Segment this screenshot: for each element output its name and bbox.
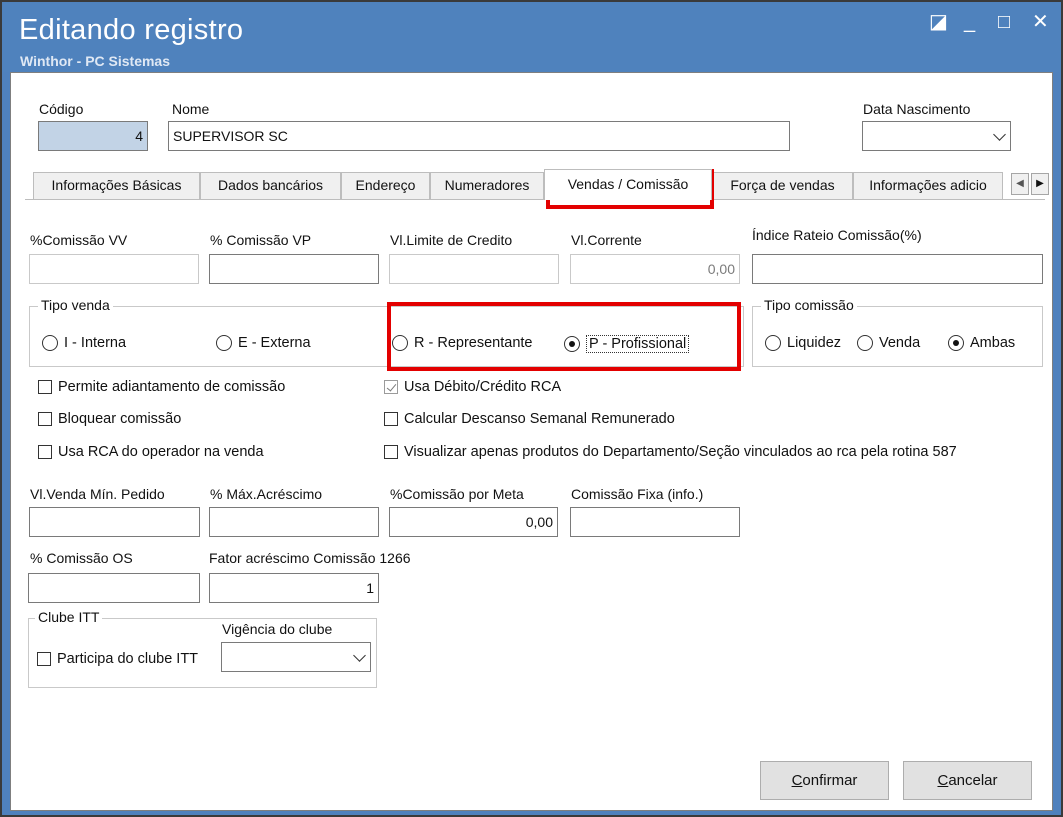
limite-credito-field[interactable] xyxy=(389,254,559,284)
cancelar-label: ancelar xyxy=(948,772,998,789)
cancelar-accel: C xyxy=(937,772,949,789)
comissao-fixa-field[interactable] xyxy=(570,507,740,537)
checkbox-box xyxy=(38,412,52,426)
checkbox-box xyxy=(38,445,52,459)
comissao-os-field[interactable] xyxy=(28,573,200,603)
checkbox-box xyxy=(38,380,52,394)
comissao-vv-label: %Comissão VV xyxy=(30,232,128,248)
confirmar-button[interactable]: Confirmar xyxy=(760,761,889,800)
tab-dados-bancarios[interactable]: Dados bancários xyxy=(200,172,341,199)
checkbox-visualizar-produtos-label: Visualizar apenas produtos do Departamen… xyxy=(404,444,957,460)
checkbox-participa-clube-label: Participa do clube ITT xyxy=(57,651,199,667)
highlight-tipo-venda-box xyxy=(387,302,741,371)
confirmar-label: onfirmar xyxy=(802,772,858,789)
max-acrescimo-label: % Máx.Acréscimo xyxy=(210,486,323,502)
checkbox-box xyxy=(384,412,398,426)
radio-liquidez[interactable]: Liquidez xyxy=(765,335,841,351)
tab-informacoes-basicas[interactable]: Informações Básicas xyxy=(33,172,200,199)
checkbox-box xyxy=(37,652,51,666)
tab-endereco[interactable]: Endereço xyxy=(341,172,430,199)
radio-liquidez-label: Liquidez xyxy=(787,335,842,351)
tipo-comissao-title: Tipo comissão xyxy=(761,297,857,313)
venda-min-field[interactable] xyxy=(29,507,200,537)
tab-informacoes-adicionais[interactable]: Informações adicio xyxy=(853,172,1003,199)
tab-scroll-left-icon[interactable]: ◀ xyxy=(1011,173,1029,195)
close-button[interactable]: ✕ xyxy=(1032,12,1049,32)
comissao-vp-field[interactable] xyxy=(209,254,379,284)
checkbox-bloquear-comissao-label: Bloquear comissão xyxy=(58,411,182,427)
checkbox-usa-debito-credito[interactable]: Usa Débito/Crédito RCA xyxy=(384,379,561,395)
checkbox-visualizar-produtos[interactable]: Visualizar apenas produtos do Departamen… xyxy=(384,444,957,460)
window-title: Editando registro xyxy=(19,14,244,46)
tab-scroll-right-icon[interactable]: ▶ xyxy=(1031,173,1049,195)
window-subtitle: Winthor - PC Sistemas xyxy=(20,53,171,69)
codigo-field[interactable]: 4 xyxy=(38,121,148,151)
form-area: Código 4 Nome SUPERVISOR SC Data Nascime… xyxy=(10,72,1053,811)
checkbox-usa-rca-operador[interactable]: Usa RCA do operador na venda xyxy=(38,444,264,460)
checkbox-permite-adiantamento-label: Permite adiantamento de comissão xyxy=(58,379,286,395)
restore-icon[interactable]: ◪ xyxy=(929,12,948,32)
checkbox-usa-debito-credito-label: Usa Débito/Crédito RCA xyxy=(404,379,562,395)
corrente-field[interactable]: 0,00 xyxy=(570,254,740,284)
radio-interna[interactable]: I - Interna xyxy=(42,335,126,351)
radio-circle-icon xyxy=(765,335,781,351)
radio-selected-icon xyxy=(948,335,964,351)
corrente-label: Vl.Corrente xyxy=(571,232,642,248)
checkbox-permite-adiantamento[interactable]: Permite adiantamento de comissão xyxy=(38,379,285,395)
data-nascimento-label: Data Nascimento xyxy=(863,101,971,117)
maximize-button[interactable]: □ xyxy=(998,12,1010,32)
radio-ambas-label: Ambas xyxy=(970,335,1016,351)
minimize-button[interactable]: _ xyxy=(964,12,975,32)
checkbox-calcular-dsr[interactable]: Calcular Descanso Semanal Remunerado xyxy=(384,411,675,427)
radio-ambas[interactable]: Ambas xyxy=(948,335,1015,351)
comissao-meta-label: %Comissão por Meta xyxy=(390,486,524,502)
chevron-down-icon[interactable] xyxy=(353,649,366,662)
radio-externa[interactable]: E - Externa xyxy=(216,335,311,351)
comissao-os-label: % Comissão OS xyxy=(30,550,133,566)
limite-credito-label: Vl.Limite de Credito xyxy=(390,232,513,248)
tab-vendas-comissao[interactable]: Vendas / Comissão xyxy=(544,169,712,200)
max-acrescimo-field[interactable] xyxy=(209,507,379,537)
radio-externa-label: E - Externa xyxy=(238,335,311,351)
tab-numeradores[interactable]: Numeradores xyxy=(430,172,544,199)
checkbox-participa-clube[interactable]: Participa do clube ITT xyxy=(37,651,198,667)
comissao-vp-label: % Comissão VP xyxy=(210,232,312,248)
codigo-label: Código xyxy=(39,101,84,117)
title-bar[interactable]: Editando registro Winthor - PC Sistemas … xyxy=(2,2,1061,72)
checkbox-bloquear-comissao[interactable]: Bloquear comissão xyxy=(38,411,181,427)
checkbox-usa-rca-operador-label: Usa RCA do operador na venda xyxy=(58,444,264,460)
comissao-vv-field[interactable] xyxy=(29,254,199,284)
chevron-down-icon[interactable] xyxy=(993,128,1006,141)
radio-venda[interactable]: Venda xyxy=(857,335,920,351)
tipo-venda-title: Tipo venda xyxy=(38,297,113,313)
fator-acrescimo-field[interactable]: 1 xyxy=(209,573,379,603)
radio-interna-label: I - Interna xyxy=(64,335,127,351)
tab-strip: Informações Básicas Dados bancários Ende… xyxy=(11,169,1054,200)
data-nascimento-picker[interactable] xyxy=(862,121,1011,151)
vigencia-clube-label: Vigência do clube xyxy=(222,621,333,637)
indice-rateio-field[interactable] xyxy=(752,254,1043,284)
checkmark-icon xyxy=(384,380,398,394)
checkbox-calcular-dsr-label: Calcular Descanso Semanal Remunerado xyxy=(404,411,675,427)
indice-rateio-label: Índice Rateio Comissão(%) xyxy=(752,227,922,243)
radio-circle-icon xyxy=(216,335,232,351)
confirmar-accel: C xyxy=(791,772,803,789)
radio-circle-icon xyxy=(857,335,873,351)
venda-min-label: Vl.Venda Mín. Pedido xyxy=(30,486,165,502)
fator-acrescimo-label: Fator acréscimo Comissão 1266 xyxy=(209,550,411,566)
clube-itt-title: Clube ITT xyxy=(35,609,103,625)
radio-venda-label: Venda xyxy=(879,335,921,351)
comissao-meta-field[interactable]: 0,00 xyxy=(389,507,558,537)
comissao-fixa-label: Comissão Fixa (info.) xyxy=(571,486,704,502)
main-window: Editando registro Winthor - PC Sistemas … xyxy=(0,0,1063,817)
vigencia-clube-select[interactable] xyxy=(221,642,371,672)
nome-label: Nome xyxy=(172,101,210,117)
nome-field[interactable]: SUPERVISOR SC xyxy=(168,121,790,151)
cancelar-button[interactable]: Cancelar xyxy=(903,761,1032,800)
radio-circle-icon xyxy=(42,335,58,351)
tab-panel-border xyxy=(25,199,1045,200)
tab-forca-de-vendas[interactable]: Força de vendas xyxy=(712,172,853,199)
checkbox-box xyxy=(384,445,398,459)
